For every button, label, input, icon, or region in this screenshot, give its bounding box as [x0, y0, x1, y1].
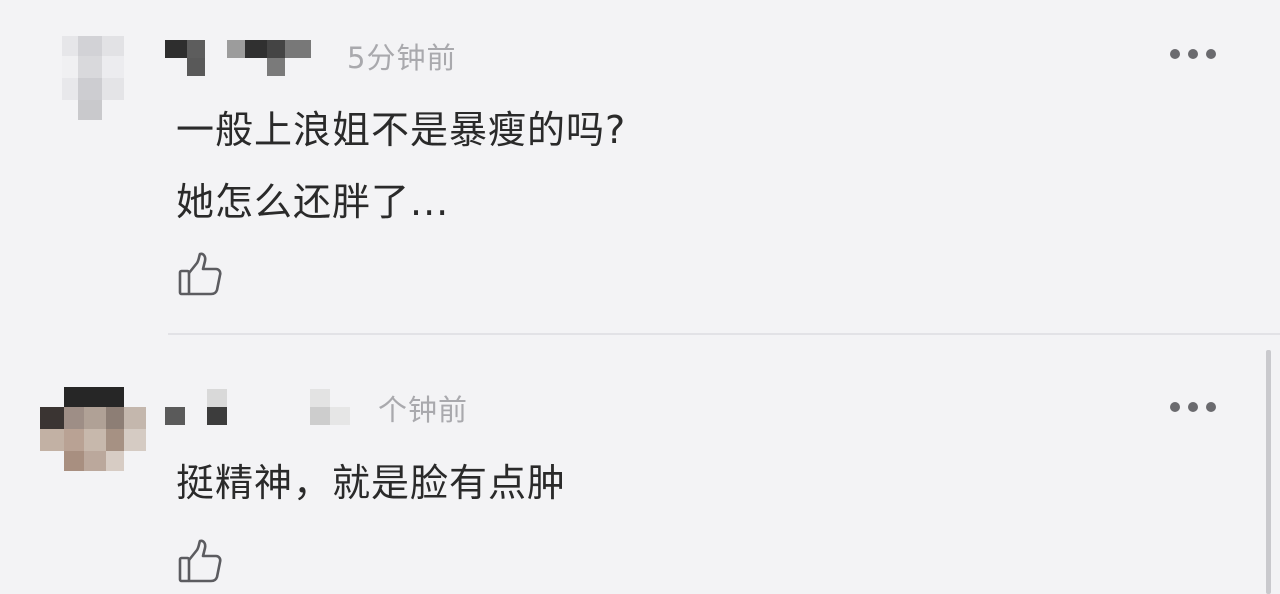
comment-item: 个钟前 挺精神，就是脸有点肿 — [0, 335, 1280, 594]
scrollbar[interactable] — [1266, 350, 1271, 594]
thumbs-up-icon[interactable] — [176, 537, 224, 585]
comment-item: 5分钟前 一般上浪姐不是暴瘦的吗? 她怎么还胖了... — [0, 0, 1280, 334]
more-dots-icon[interactable] — [1170, 401, 1216, 413]
username[interactable] — [165, 383, 355, 427]
comment-text-line: 一般上浪姐不是暴瘦的吗? — [176, 108, 627, 152]
more-dots-icon[interactable] — [1170, 48, 1216, 60]
avatar[interactable] — [62, 36, 124, 122]
comment-time: 个钟前 — [378, 393, 469, 427]
avatar[interactable] — [40, 387, 146, 471]
comment-text: 挺精神，就是脸有点肿 — [176, 447, 566, 519]
comment-text-line: 她怎么还胖了... — [176, 180, 450, 224]
comment-text: 一般上浪姐不是暴瘦的吗? 她怎么还胖了... — [176, 94, 626, 238]
comment-time: 5分钟前 — [347, 41, 457, 75]
username[interactable] — [165, 40, 315, 78]
thumbs-up-icon[interactable] — [176, 250, 224, 298]
comment-text-line: 挺精神，就是脸有点肿 — [176, 461, 567, 505]
